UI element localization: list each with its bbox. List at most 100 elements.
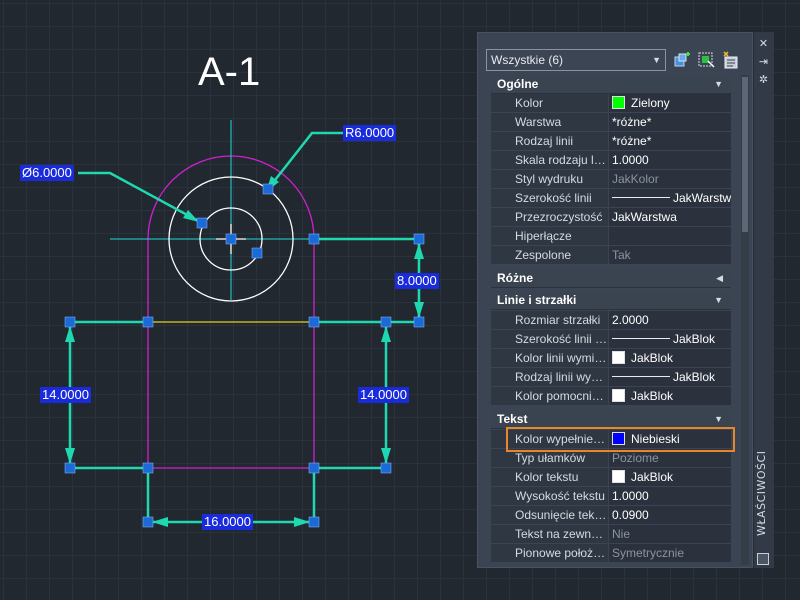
section-general-label: Ogólne <box>497 77 539 91</box>
property-row-fill-color[interactable]: Kolor wypełnienia Niebieski <box>491 430 731 449</box>
property-row-color[interactable]: Kolor Zielony <box>491 94 731 113</box>
property-row-plot-style[interactable]: Styl wydruku JakKolor <box>491 170 731 189</box>
property-row-transparency[interactable]: Przezroczystość JakWarstwa <box>491 208 731 227</box>
property-value[interactable]: JakBlok <box>608 349 731 367</box>
property-row-text-height[interactable]: Wysokość tekstu 1.0000 <box>491 487 731 506</box>
grip[interactable] <box>262 183 274 195</box>
property-value[interactable]: JakBlok <box>608 368 731 386</box>
leader-radius[interactable] <box>267 131 345 190</box>
property-value: Tak <box>608 246 731 264</box>
grip[interactable] <box>308 316 320 328</box>
property-value[interactable]: *różne* <box>608 113 731 131</box>
arrow-mid-bottom <box>381 448 391 464</box>
property-row-linetype[interactable]: Rodzaj linii *różne* <box>491 132 731 151</box>
grip[interactable] <box>380 316 392 328</box>
property-name: Typ ułamków <box>491 449 608 467</box>
property-row-dimline-weight[interactable]: Szerokość linii wymiarowej JakBlok <box>491 330 731 349</box>
property-row-text-offset[interactable]: Odsunięcie tekstu 0.0900 <box>491 506 731 525</box>
dim-label-radius[interactable]: R6.0000 <box>343 125 397 141</box>
selection-dropdown[interactable]: Wszystkie (6) ▼ <box>486 49 666 71</box>
section-misc[interactable]: Różne ◀ <box>491 269 731 288</box>
arrow-bottom-right <box>294 517 310 527</box>
color-swatch <box>612 432 625 445</box>
drawing-title[interactable]: A-1 <box>198 50 260 95</box>
property-grid[interactable]: Ogólne ▼ Kolor Zielony Warstwa *różne* R… <box>491 75 731 565</box>
property-row-lineweight[interactable]: Szerokość linii JakWarstwa <box>491 189 731 208</box>
quick-select-icon[interactable] <box>720 50 740 70</box>
property-row-associative[interactable]: Zespolone Tak <box>491 246 731 265</box>
property-row-fraction-type[interactable]: Typ ułamków Poziome <box>491 449 731 468</box>
property-value[interactable]: Zielony <box>608 94 731 112</box>
property-row-vertical-position[interactable]: Pionowe położenie Symetrycznie <box>491 544 731 563</box>
grip[interactable] <box>225 233 237 245</box>
property-value[interactable]: JakBlok <box>608 468 731 486</box>
lineweight-preview <box>612 197 670 198</box>
property-value[interactable]: 0.0900 <box>608 506 731 524</box>
palette-icon <box>757 553 769 565</box>
dim-label-height-right[interactable]: 8.0000 <box>395 273 439 289</box>
property-name: Rodzaj linii <box>491 132 608 150</box>
property-name: Kolor pomocniczej <box>491 387 608 405</box>
property-value[interactable]: 1.0000 <box>608 151 731 169</box>
section-general[interactable]: Ogólne ▼ <box>491 75 731 94</box>
property-row-dimline-color[interactable]: Kolor linii wymiarowej JakBlok <box>491 349 731 368</box>
property-name: Wysokość tekstu <box>491 487 608 505</box>
grip[interactable] <box>142 462 154 474</box>
add-to-selection-icon[interactable] <box>672 50 692 70</box>
grip[interactable] <box>64 462 76 474</box>
arrow-right-top <box>414 243 424 259</box>
chevron-down-icon[interactable]: ▼ <box>714 75 723 94</box>
dim-label-height-left[interactable]: 14.0000 <box>40 387 91 403</box>
property-row-arrow-size[interactable]: Rozmiar strzałki 2.0000 <box>491 311 731 330</box>
property-name: Hiperłącze <box>491 227 608 245</box>
chevron-down-icon[interactable]: ▼ <box>714 291 723 310</box>
property-value[interactable]: JakBlok <box>608 330 731 348</box>
dim-label-width-bottom[interactable]: 16.0000 <box>202 514 253 530</box>
chevron-down-icon[interactable]: ▼ <box>714 410 723 429</box>
leader-diameter[interactable] <box>78 171 203 225</box>
property-value[interactable]: JakWarstwa <box>608 189 731 207</box>
property-row-dimline-type[interactable]: Rodzaj linii wymiarowej JakBlok <box>491 368 731 387</box>
property-value[interactable] <box>608 227 731 245</box>
property-value: Nie <box>608 525 731 543</box>
settings-icon[interactable]: ✲ <box>757 73 770 86</box>
section-text[interactable]: Tekst ▼ <box>491 410 731 429</box>
property-row-text-color[interactable]: Kolor tekstu JakBlok <box>491 468 731 487</box>
grip[interactable] <box>380 462 392 474</box>
dim-label-height-middle[interactable]: 14.0000 <box>358 387 409 403</box>
grip[interactable] <box>64 316 76 328</box>
property-row-linetype-scale[interactable]: Skala rodzaju linii 1.0000 <box>491 151 731 170</box>
property-name: Zespolone <box>491 246 608 264</box>
section-lines-label: Linie i strzałki <box>497 293 577 307</box>
grip[interactable] <box>308 516 320 528</box>
grip[interactable] <box>142 316 154 328</box>
arrow-bottom-left <box>152 517 168 527</box>
property-value[interactable]: Niebieski <box>608 430 731 448</box>
section-misc-label: Różne <box>497 271 533 285</box>
grip[interactable] <box>308 462 320 474</box>
grip[interactable] <box>308 233 320 245</box>
property-row-extline-color[interactable]: Kolor pomocniczej JakBlok <box>491 387 731 406</box>
pin-icon[interactable]: ⇥ <box>757 55 770 68</box>
grip[interactable] <box>413 316 425 328</box>
select-objects-icon[interactable] <box>696 50 716 70</box>
property-row-hyperlink[interactable]: Hiperłącze <box>491 227 731 246</box>
chevron-left-icon[interactable]: ◀ <box>716 269 723 288</box>
property-name: Szerokość linii wymiarowej <box>491 330 608 348</box>
property-value[interactable]: JakWarstwa <box>608 208 731 226</box>
property-grid-scrollbar[interactable] <box>741 75 749 565</box>
property-value[interactable]: 1.0000 <box>608 487 731 505</box>
scrollbar-thumb[interactable] <box>742 77 748 232</box>
grip[interactable] <box>413 233 425 245</box>
grip[interactable] <box>196 217 208 229</box>
dim-label-diameter[interactable]: Ø6.0000 <box>20 165 74 181</box>
grip[interactable] <box>251 247 263 259</box>
property-value[interactable]: JakBlok <box>608 387 731 405</box>
grip[interactable] <box>142 516 154 528</box>
property-row-layer[interactable]: Warstwa *różne* <box>491 113 731 132</box>
section-lines-arrows[interactable]: Linie i strzałki ▼ <box>491 291 731 310</box>
property-value[interactable]: 2.0000 <box>608 311 731 329</box>
property-row-text-outside[interactable]: Tekst na zewnątrz Nie <box>491 525 731 544</box>
property-value[interactable]: *różne* <box>608 132 731 150</box>
close-icon[interactable]: ✕ <box>757 37 770 50</box>
